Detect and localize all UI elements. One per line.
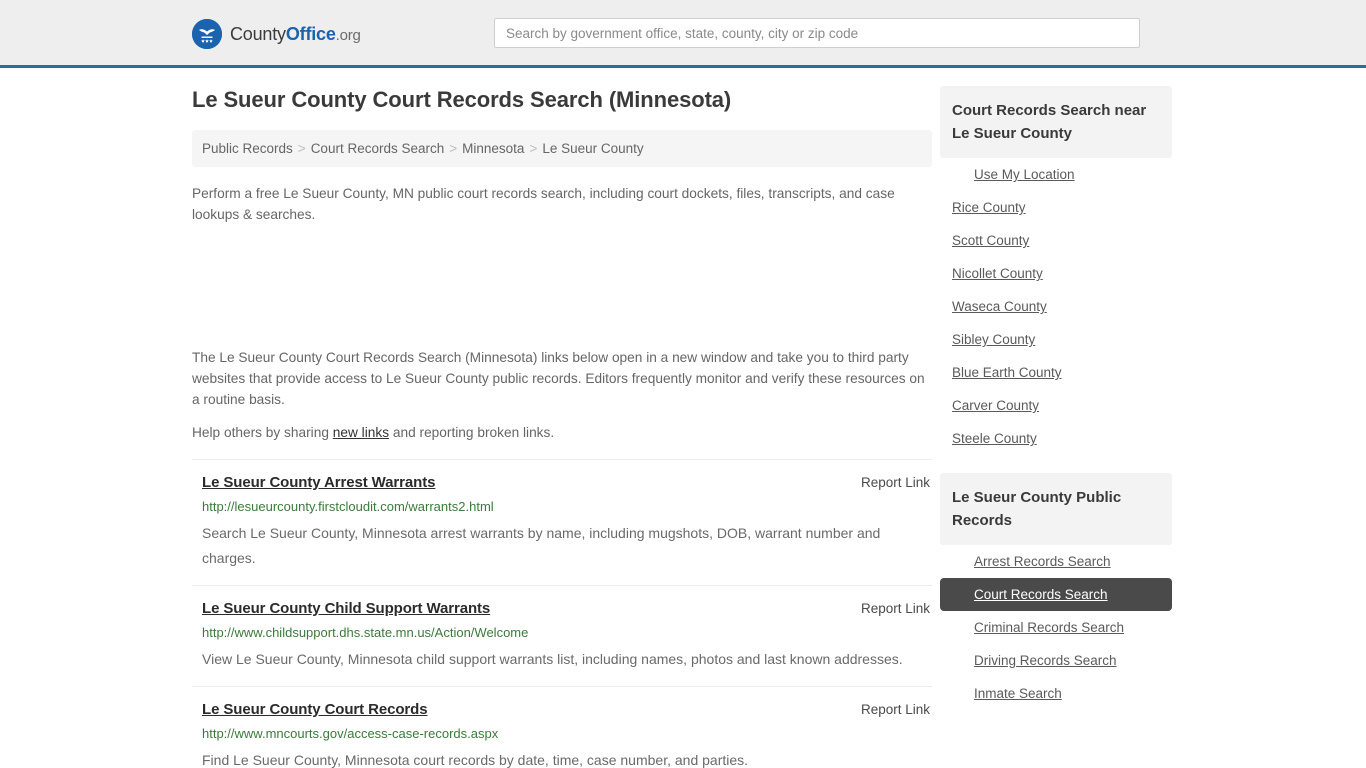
list-item: Sibley County [940,323,1172,356]
list-item: Nicollet County [940,257,1172,290]
breadcrumb-separator: > [297,141,306,156]
breadcrumb: Public Records > Court Records Search > Minn… [192,130,932,167]
breadcrumb-item-court-records-search[interactable]: Court Records Search [311,141,445,156]
sidebar-item-blue-earth-county[interactable]: Blue Earth County [940,356,1172,389]
result-title-link[interactable]: Le Sueur County Child Support Warrants [202,600,490,617]
sidebar-public-records-heading: Le Sueur County Public Records [940,473,1172,545]
advertisement-slot [192,237,932,347]
list-item: Steele County [940,422,1172,455]
result-header: Le Sueur County Court Records Report Lin… [202,701,932,718]
new-links-link[interactable]: new links [333,425,389,440]
use-my-location-link[interactable]: Use My Location [940,158,1172,191]
sidebar-nearby-box: Court Records Search near Le Sueur Count… [940,86,1172,455]
result-description: Search Le Sueur County, Minnesota arrest… [202,525,881,566]
sidebar-item-scott-county[interactable]: Scott County [940,224,1172,257]
sidebar-item-nicollet-county[interactable]: Nicollet County [940,257,1172,290]
result-header: Le Sueur County Arrest Warrants Report L… [202,474,932,491]
sidebar-item-rice-county[interactable]: Rice County [940,191,1172,224]
sidebar-public-records-list: Arrest Records Search Court Records Sear… [940,545,1172,710]
share-text-after: and reporting broken links. [389,425,555,440]
list-item: Use My Location [940,158,1172,191]
list-item: Criminal Records Search [940,611,1172,644]
content-container: Le Sueur County Court Records Search (Mi… [192,86,1172,768]
sidebar-nearby-list: Use My Location Rice County Scott County… [940,158,1172,455]
page-title: Le Sueur County Court Records Search (Mi… [192,87,732,112]
page-body-text: The Le Sueur County Court Records Search… [192,350,925,407]
brand-part-org: .org [335,26,361,44]
sidebar-item-carver-county[interactable]: Carver County [940,389,1172,422]
list-item: Inmate Search [940,677,1172,710]
list-item: Rice County [940,191,1172,224]
breadcrumb-item-minnesota[interactable]: Minnesota [462,141,524,156]
result-item: Le Sueur County Arrest Warrants Report L… [192,459,932,585]
list-item: Scott County [940,224,1172,257]
result-header: Le Sueur County Child Support Warrants R… [202,600,932,617]
page-intro-text: Perform a free Le Sueur County, MN publi… [192,186,895,222]
report-link-button[interactable]: Report Link [861,702,932,717]
search-box[interactable] [494,18,1140,48]
share-text-before: Help others by sharing [192,425,333,440]
sidebar-item-driving-records-search[interactable]: Driving Records Search [940,644,1172,677]
site-logo-text: CountyOffice.org [230,24,361,45]
sidebar-item-waseca-county[interactable]: Waseca County [940,290,1172,323]
result-title-link[interactable]: Le Sueur County Arrest Warrants [202,474,435,491]
result-item: Le Sueur County Child Support Warrants R… [192,585,932,686]
breadcrumb-item-public-records[interactable]: Public Records [202,141,293,156]
list-item: Arrest Records Search [940,545,1172,578]
header-inner: CountyOffice.org [0,0,1366,65]
main-column: Le Sueur County Court Records Search (Mi… [192,86,932,768]
result-url-link[interactable]: http://www.mncourts.gov/access-case-reco… [202,725,932,742]
list-item: Driving Records Search [940,644,1172,677]
sidebar: Court Records Search near Le Sueur Count… [940,86,1172,728]
breadcrumb-separator: > [449,141,458,156]
report-link-button[interactable]: Report Link [861,475,932,490]
share-links-line: Help others by sharing new links and rep… [192,422,932,443]
breadcrumb-separator: > [529,141,538,156]
sidebar-item-steele-county[interactable]: Steele County [940,422,1172,455]
site-logo-link[interactable]: CountyOffice.org [192,19,361,49]
brand-part-county: County [230,23,286,44]
report-link-button[interactable]: Report Link [861,601,932,616]
list-item: Waseca County [940,290,1172,323]
list-item: Blue Earth County [940,356,1172,389]
site-header: CountyOffice.org [0,0,1366,68]
brand-part-office: Office [285,23,336,44]
sidebar-item-arrest-records-search[interactable]: Arrest Records Search [940,545,1172,578]
breadcrumb-item-current: Le Sueur County [542,141,644,156]
sidebar-item-court-records-search[interactable]: Court Records Search [940,578,1172,611]
list-item: Carver County [940,389,1172,422]
result-title-link[interactable]: Le Sueur County Court Records [202,701,428,718]
result-item: Le Sueur County Court Records Report Lin… [192,686,932,768]
list-item: Court Records Search [940,578,1172,611]
result-description: View Le Sueur County, Minnesota child su… [202,651,903,667]
sidebar-item-criminal-records-search[interactable]: Criminal Records Search [940,611,1172,644]
result-description: Find Le Sueur County, Minnesota court re… [202,752,749,768]
sidebar-item-inmate-search[interactable]: Inmate Search [940,677,1172,710]
sidebar-public-records-box: Le Sueur County Public Records Arrest Re… [940,473,1172,710]
sidebar-item-sibley-county[interactable]: Sibley County [940,323,1172,356]
page-body: Le Sueur County Court Records Search (Mi… [0,68,1366,768]
result-url-link[interactable]: http://lesueurcounty.firstcloudit.com/wa… [202,498,932,515]
eagle-shield-logo-icon [192,19,222,49]
sidebar-nearby-heading: Court Records Search near Le Sueur Count… [940,86,1172,158]
result-url-link[interactable]: http://www.childsupport.dhs.state.mn.us/… [202,624,932,641]
search-input[interactable] [494,18,1140,48]
